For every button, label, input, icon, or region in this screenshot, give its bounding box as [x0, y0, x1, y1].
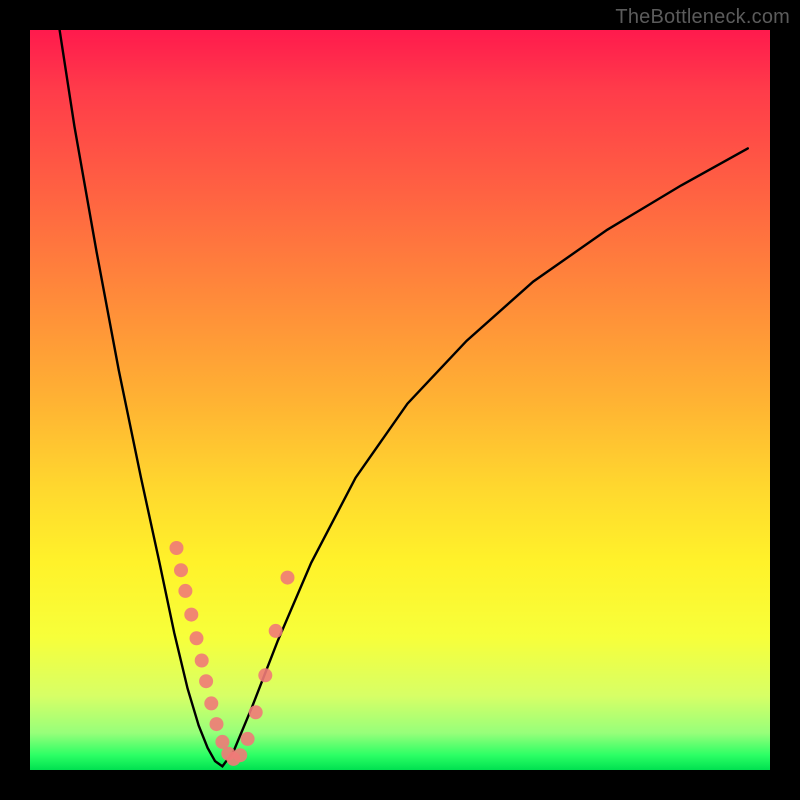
marker-dot	[233, 748, 247, 762]
marker-dot	[210, 717, 224, 731]
marker-dot	[258, 668, 272, 682]
marker-dot	[281, 571, 295, 585]
chart-frame: TheBottleneck.com	[0, 0, 800, 800]
marker-dot	[190, 631, 204, 645]
marker-dot	[199, 674, 213, 688]
marker-dot	[170, 541, 184, 555]
marker-dot	[178, 584, 192, 598]
watermark-text: TheBottleneck.com	[615, 6, 790, 29]
chart-svg	[30, 30, 770, 770]
marker-dot	[249, 705, 263, 719]
curve-path	[60, 30, 748, 766]
curve-group	[60, 30, 748, 766]
marker-dot	[184, 608, 198, 622]
marker-dot	[241, 732, 255, 746]
marker-dot	[269, 624, 283, 638]
marker-dot	[195, 654, 209, 668]
marker-dot	[174, 563, 188, 577]
markers-group	[170, 541, 295, 766]
marker-dot	[204, 696, 218, 710]
plot-area	[30, 30, 770, 770]
